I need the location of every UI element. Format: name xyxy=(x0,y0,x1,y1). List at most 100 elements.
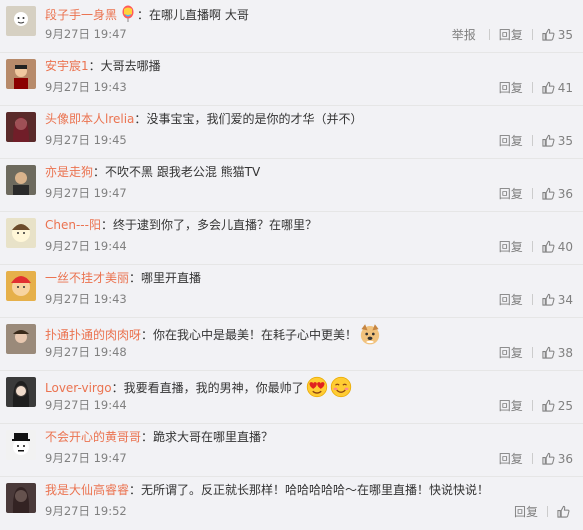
comment-username-link[interactable]: 段子手一身黑 xyxy=(45,8,117,22)
comment-row: 我是大仙高睿睿：无所谓了。反正就长那样！哈哈哈哈哈～在哪里直播！快说快说！ 9月2… xyxy=(0,477,583,530)
comment-row: 段子手一身黑 ：在哪儿直播啊 大哥 9月27日 19:47 举报 回复 35 xyxy=(0,0,583,53)
reply-button[interactable]: 回复 xyxy=(499,450,523,467)
like-button[interactable]: 35 xyxy=(542,28,573,42)
avatar[interactable] xyxy=(6,112,36,142)
reply-button[interactable]: 回复 xyxy=(499,185,523,202)
comment-timestamp: 9月27日 19:44 xyxy=(45,239,127,253)
comment-text: 在哪儿直播啊 大哥 xyxy=(149,8,249,22)
comment-content: 一丝不挂才美丽：哪里开直播 xyxy=(45,270,201,287)
balloon-badge-icon xyxy=(119,5,137,23)
like-count: 36 xyxy=(557,187,573,201)
comment-content: 头像即本人lrelia：没事宝宝，我们爱的是你的才华（并不） xyxy=(45,111,362,128)
thumbs-up-icon xyxy=(542,293,555,306)
comment-username-link[interactable]: 一丝不挂才美丽 xyxy=(45,271,129,285)
comment-timestamp: 9月27日 19:43 xyxy=(45,80,127,94)
comment-username-link[interactable]: 不会开心的黄哥哥 xyxy=(45,430,141,444)
comment-username-link[interactable]: Chen---阳 xyxy=(45,218,101,232)
comment-timestamp: 9月27日 19:47 xyxy=(45,27,127,41)
like-button[interactable]: 36 xyxy=(542,187,573,201)
avatar[interactable] xyxy=(6,59,36,89)
thumbs-up-icon xyxy=(542,240,555,253)
divider xyxy=(488,29,490,40)
like-count: 41 xyxy=(557,81,573,95)
colon-separator: ： xyxy=(141,328,154,342)
comment-username-link[interactable]: 安宇宸1 xyxy=(45,59,89,73)
avatar[interactable] xyxy=(6,165,36,195)
like-button[interactable]: 25 xyxy=(542,399,573,413)
comment-actions: 回复 40 xyxy=(499,238,573,255)
comment-text: 我要看直播，我的男神，你最帅了 xyxy=(123,381,304,395)
avatar[interactable] xyxy=(6,6,36,36)
colon-separator: ： xyxy=(93,165,106,179)
comment-text: 终于逮到你了，多会儿直播？在哪里？ xyxy=(112,218,317,232)
comment-actions: 回复 38 xyxy=(499,344,573,361)
comment-row: Lover-virgo：我要看直播，我的男神，你最帅了 9月27日 19:44 回复… xyxy=(0,371,583,424)
avatar[interactable] xyxy=(6,377,36,407)
comment-timestamp: 9月27日 19:48 xyxy=(45,345,127,359)
comment-username-link[interactable]: 亦是走狗 xyxy=(45,165,93,179)
comment-row: 扑通扑通的肉肉呀：你在我心中是最美！在耗子心中更美！ 9月27日 19:48 回复 3… xyxy=(0,318,583,371)
thumbs-up-icon xyxy=(542,134,555,147)
comment-row: 不会开心的黄哥哥：跪求大哥在哪里直播？ 9月27日 19:47 回复 36 xyxy=(0,424,583,477)
reply-button[interactable]: 回复 xyxy=(499,132,523,149)
comment-timestamp: 9月27日 19:45 xyxy=(45,133,127,147)
like-button[interactable]: 41 xyxy=(542,81,573,95)
like-count: 34 xyxy=(557,293,573,307)
comment-text: 你在我心中是最美！在耗子心中更美！ xyxy=(153,328,358,342)
comment-actions: 回复 36 xyxy=(499,185,573,202)
smile-blush-emoji-icon xyxy=(330,376,352,398)
heart-eyes-emoji-icon xyxy=(306,376,328,398)
comment-text: 哪里开直播 xyxy=(141,271,202,285)
divider xyxy=(547,506,548,517)
reply-button[interactable]: 回复 xyxy=(499,291,523,308)
like-button[interactable]: 35 xyxy=(542,134,573,148)
comment-actions: 回复 35 xyxy=(499,132,573,149)
like-button[interactable]: 36 xyxy=(542,452,573,466)
comment-row: 头像即本人lrelia：没事宝宝，我们爱的是你的才华（并不） 9月27日 19:4… xyxy=(0,106,583,159)
divider xyxy=(531,135,533,146)
reply-button[interactable]: 回复 xyxy=(499,397,523,414)
comment-actions: 回复 34 xyxy=(499,291,573,308)
comment-row: 一丝不挂才美丽：哪里开直播 9月27日 19:43 回复 34 xyxy=(0,265,583,318)
colon-separator: ： xyxy=(129,271,142,285)
comment-content: 亦是走狗：不吹不黑 跟我老公混 熊猫TV xyxy=(45,164,260,181)
comment-content: 段子手一身黑 ：在哪儿直播啊 大哥 xyxy=(45,5,249,24)
comment-username-link[interactable]: 扑通扑通的肉肉呀 xyxy=(45,328,141,342)
reply-button[interactable]: 回复 xyxy=(499,238,523,255)
comment-username-link[interactable]: 我是大仙高睿睿 xyxy=(45,483,129,497)
avatar[interactable] xyxy=(6,483,36,513)
reply-button[interactable]: 回复 xyxy=(499,26,523,43)
avatar[interactable] xyxy=(6,324,36,354)
like-button[interactable]: 40 xyxy=(542,240,573,254)
colon-separator: ： xyxy=(111,381,124,395)
reply-button[interactable]: 回复 xyxy=(499,344,523,361)
colon-separator: ： xyxy=(134,112,147,126)
comment-text: 跪求大哥在哪里直播？ xyxy=(153,430,274,444)
avatar[interactable] xyxy=(6,430,36,460)
divider xyxy=(531,294,533,305)
dog-face-emoji-icon xyxy=(359,323,381,345)
avatar[interactable] xyxy=(6,271,36,301)
like-count: 36 xyxy=(557,452,573,466)
like-button[interactable] xyxy=(557,505,573,519)
comment-username-link[interactable]: 头像即本人lrelia xyxy=(45,112,134,126)
colon-separator: ： xyxy=(137,8,150,22)
comment-actions: 回复 25 xyxy=(499,397,573,414)
comment-username-link[interactable]: Lover-virgo xyxy=(45,381,112,395)
thumbs-up-icon xyxy=(542,28,555,41)
comment-content: 安宇宸1：大哥去哪播 xyxy=(45,58,161,75)
comment-text: 不吹不黑 跟我老公混 熊猫TV xyxy=(105,165,261,179)
comment-actions: 回复 41 xyxy=(499,79,573,96)
divider xyxy=(531,29,533,40)
reply-button[interactable]: 回复 xyxy=(499,79,523,96)
divider xyxy=(531,82,533,93)
reply-button[interactable]: 回复 xyxy=(514,503,538,520)
like-button[interactable]: 38 xyxy=(542,346,573,360)
avatar[interactable] xyxy=(6,218,36,248)
report-button[interactable]: 举报 xyxy=(452,26,476,43)
comment-timestamp: 9月27日 19:47 xyxy=(45,186,127,200)
like-count: 35 xyxy=(557,134,573,148)
like-button[interactable]: 34 xyxy=(542,293,573,307)
comment-actions: 举报 回复 35 xyxy=(452,26,573,43)
like-count: 25 xyxy=(557,399,573,413)
